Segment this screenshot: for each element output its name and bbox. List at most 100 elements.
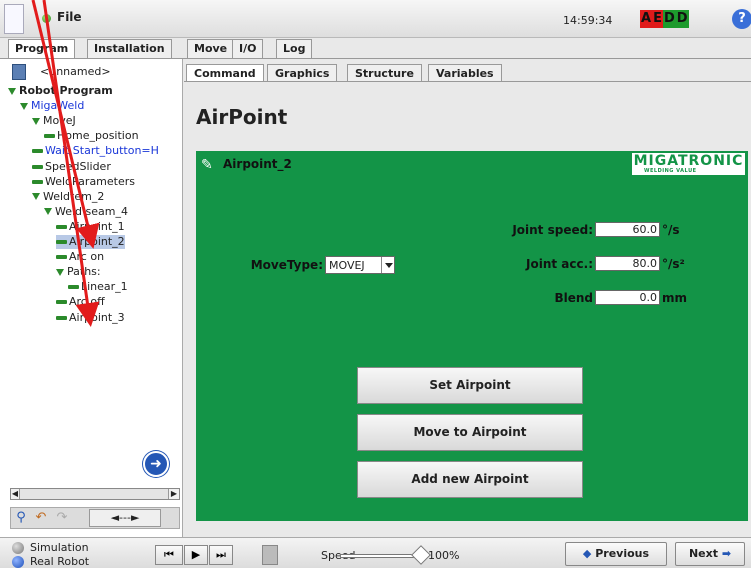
next-arrow-icon: ➡ xyxy=(721,547,732,560)
expand-triangle-icon xyxy=(20,102,28,110)
command-node-icon xyxy=(56,255,67,260)
previous-button[interactable]: ◆ Previous xyxy=(565,542,667,566)
tree-node-label: Robot Program xyxy=(19,84,113,97)
tab-io[interactable]: I/O xyxy=(232,39,264,58)
tree-node[interactable]: Robot Program xyxy=(8,84,113,98)
scroll-right-icon[interactable]: ▶ xyxy=(169,488,179,500)
joint-acc-field[interactable]: 80.0 xyxy=(595,256,660,271)
command-node-icon xyxy=(68,285,79,290)
step-icon[interactable]: ⏭ xyxy=(209,545,233,565)
joint-speed-unit: °/s xyxy=(662,223,680,237)
file-menu[interactable]: File xyxy=(57,10,82,24)
command-node-icon xyxy=(56,224,67,229)
joint-speed-label: Joint speed: xyxy=(512,223,593,237)
tab-installation[interactable]: Installation xyxy=(87,39,172,58)
expand-triangle-icon xyxy=(56,268,64,276)
simulation-radio[interactable] xyxy=(12,542,24,554)
tree-node[interactable]: Airpoint_3 xyxy=(56,311,125,325)
joint-speed-field[interactable]: 60.0 xyxy=(595,222,660,237)
tab-move[interactable]: Move xyxy=(187,39,235,58)
program-name: <unnamed> xyxy=(40,65,111,78)
tree-node-label: Arc off xyxy=(69,295,105,309)
tree-node[interactable]: Arc off xyxy=(56,295,105,309)
tree-node[interactable]: Paths: xyxy=(56,265,101,279)
command-node-icon xyxy=(56,240,67,244)
status-letter: A xyxy=(640,10,653,28)
tree-node[interactable]: Airpoint_1 xyxy=(56,220,125,234)
move-node-button[interactable]: ◄---► xyxy=(89,509,161,527)
clock: 14:59:34 xyxy=(563,14,613,27)
tree-node[interactable]: Home_position xyxy=(44,129,139,143)
chevron-down-icon[interactable] xyxy=(381,257,394,273)
help-icon[interactable]: ? xyxy=(732,9,751,29)
tab-variables[interactable]: Variables xyxy=(428,64,502,82)
tree-node[interactable]: Wait Start_button=H xyxy=(32,144,159,158)
tree-node[interactable]: Airpoint_2 xyxy=(56,235,125,249)
tree-node-label: MoveJ xyxy=(43,114,76,128)
blend-field[interactable]: 0.0 xyxy=(595,290,660,305)
undo-icon[interactable]: ↶ xyxy=(32,509,50,527)
tree-node[interactable]: SpeedSlider xyxy=(32,160,111,174)
tab-log[interactable]: Log xyxy=(276,39,313,58)
tab-command[interactable]: Command xyxy=(186,64,264,82)
status-dot-icon xyxy=(42,14,51,23)
tree-node[interactable]: Linear_1 xyxy=(68,280,128,294)
tree-node-label: MigaWeld xyxy=(31,99,85,113)
forward-arrow-icon[interactable]: ➜ xyxy=(143,451,169,477)
top-bar xyxy=(0,0,751,38)
expand-triangle-icon xyxy=(32,117,40,125)
tab-graphics[interactable]: Graphics xyxy=(267,64,338,82)
previous-arrow-icon: ◆ xyxy=(582,547,592,560)
redo-icon[interactable]: ↷ xyxy=(53,509,71,527)
status-letter: E xyxy=(652,10,663,28)
save-icon[interactable] xyxy=(12,64,26,80)
blend-label: Blend xyxy=(554,291,593,305)
status-letter: D xyxy=(675,10,689,28)
stop-icon[interactable] xyxy=(262,545,278,565)
tree-node[interactable]: MoveJ xyxy=(32,114,76,128)
scrollbar-thumb[interactable] xyxy=(19,489,169,499)
tab-program[interactable]: Program xyxy=(8,39,76,59)
command-node-icon xyxy=(32,179,43,184)
add-new-airpoint-button[interactable]: Add new Airpoint xyxy=(357,461,583,498)
scroll-left-icon[interactable]: ◀ xyxy=(10,488,20,500)
tree-node-label: Airpoint_1 xyxy=(69,219,125,233)
tree-node-label: Arc on xyxy=(69,250,105,264)
tree-node[interactable]: Weld seam_4 xyxy=(44,205,128,219)
expand-triangle-icon xyxy=(8,87,16,95)
tree-node-label: SpeedSlider xyxy=(45,159,111,173)
program-tree: Robot Program MigaWeld MoveJ Home_position W… xyxy=(8,84,182,474)
movetype-label: MoveType: xyxy=(250,258,323,272)
skip-back-icon[interactable]: ⏮ xyxy=(155,545,183,565)
page-title: AirPoint xyxy=(196,105,288,129)
tree-node-label: Wait Start_button=H xyxy=(45,144,159,158)
movetype-value: MOVEJ xyxy=(329,259,365,272)
previous-label: Previous xyxy=(595,547,650,560)
tree-node-label: Weld seam_4 xyxy=(55,204,128,218)
tree-node[interactable]: Weldtem_2 xyxy=(32,190,104,204)
simulation-label: Simulation xyxy=(30,541,89,554)
play-icon[interactable]: ▶ xyxy=(184,545,208,565)
set-airpoint-button[interactable]: Set Airpoint xyxy=(357,367,583,404)
airpoint-name: Airpoint_2 xyxy=(223,157,292,171)
joint-acc-label: Joint acc.: xyxy=(526,257,593,271)
tree-node[interactable]: MigaWeld xyxy=(20,99,84,113)
tree-node[interactable]: WeldParameters xyxy=(32,175,135,189)
search-icon[interactable]: ⚲ xyxy=(12,509,30,527)
pencil-icon[interactable]: ✎ xyxy=(201,157,217,173)
subtab-divider xyxy=(184,81,751,82)
tree-node-label: Linear_1 xyxy=(81,280,128,294)
joint-acc-unit: °/s² xyxy=(662,257,685,271)
command-node-icon xyxy=(56,315,67,320)
status-letter: D xyxy=(662,10,676,28)
speed-slider[interactable] xyxy=(340,554,415,558)
command-node-icon xyxy=(44,134,55,139)
tree-node-label: Airpoint_3 xyxy=(69,310,125,324)
move-to-airpoint-button[interactable]: Move to Airpoint xyxy=(357,414,583,451)
real-robot-radio[interactable] xyxy=(12,556,24,568)
tab-structure[interactable]: Structure xyxy=(347,64,422,82)
next-button[interactable]: Next ➡ xyxy=(675,542,745,566)
tree-node[interactable]: Arc on xyxy=(56,250,104,264)
next-label: Next xyxy=(688,547,718,560)
expand-triangle-icon xyxy=(44,208,52,216)
